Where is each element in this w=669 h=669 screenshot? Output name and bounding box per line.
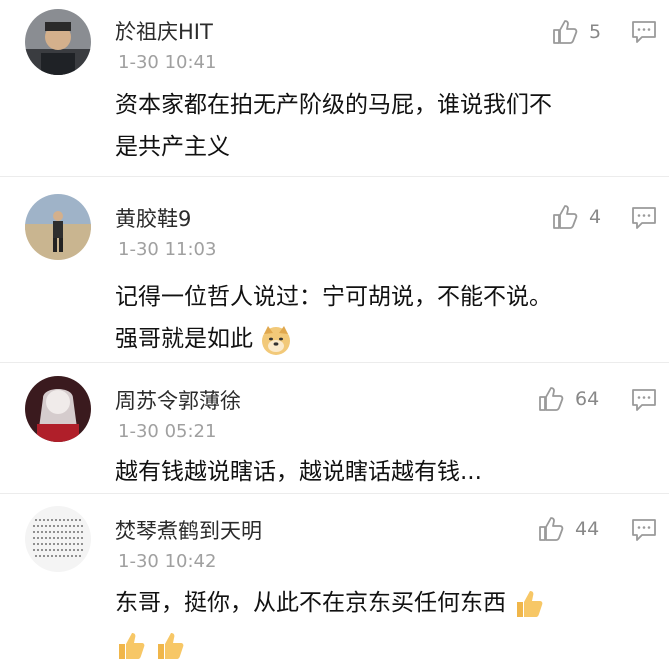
thumbs-up-outline-icon	[553, 20, 578, 44]
like-button[interactable]: 4	[551, 202, 601, 232]
comment-line: 强哥就是如此	[115, 318, 645, 360]
thumbs-up-emoji	[517, 590, 543, 617]
reply-button[interactable]	[630, 18, 658, 46]
reply-button[interactable]	[630, 386, 658, 414]
comment-line: 资本家都在拍无产阶级的马屁，谁说我们不	[115, 92, 552, 118]
like-button[interactable]: 64	[537, 384, 599, 414]
comment-text: 越有钱越说瞎话，越说瞎话越有钱...	[115, 451, 645, 493]
comment-line	[115, 624, 645, 666]
avatar[interactable]	[25, 194, 91, 260]
doge-emoji	[262, 325, 291, 355]
comment-item: 於祖庆HIT 1-30 10:41 5 资本家都在拍无产阶级的马屁，谁说我们不 …	[0, 0, 669, 177]
like-button[interactable]: 5	[551, 17, 601, 47]
commenter-name[interactable]: 周苏令郭薄徐	[115, 385, 241, 415]
comment-line: 是共产主义	[115, 134, 230, 160]
like-button[interactable]: 44	[537, 514, 599, 544]
like-count: 44	[575, 518, 600, 540]
comment-line: 记得一位哲人说过：宁可胡说，不能不说。	[115, 284, 552, 310]
comment-reply-icon	[632, 21, 656, 43]
commenter-name[interactable]: 於祖庆HIT	[115, 16, 213, 46]
comment-time: 1-30 05:21	[118, 421, 217, 442]
avatar[interactable]	[25, 506, 91, 572]
reply-button[interactable]	[630, 204, 658, 232]
comment-text: 东哥，挺你，从此不在京东买任何东西	[115, 582, 645, 666]
thumbs-up-outline-icon	[539, 517, 564, 541]
comment-item: 黄胶鞋9 1-30 11:03 4 记得一位哲人说过：宁可胡说，不能不说。 强哥…	[0, 177, 669, 363]
comment-line-text: 东哥，挺你，从此不在京东买任何东西	[115, 590, 506, 616]
comment-reply-icon	[632, 389, 656, 411]
thumbs-up-outline-icon	[539, 387, 564, 411]
comment-item: 焚琴煮鹤到天明 1-30 10:42 44 东哥，挺你，从此不在京东买任何东西	[0, 494, 669, 669]
avatar[interactable]	[25, 376, 91, 442]
like-count: 64	[575, 388, 600, 410]
comment-text: 记得一位哲人说过：宁可胡说，不能不说。 强哥就是如此	[115, 276, 645, 360]
avatar[interactable]	[25, 9, 91, 75]
like-count: 5	[589, 21, 602, 43]
comment-reply-icon	[632, 207, 656, 229]
thumbs-up-outline-icon	[553, 205, 578, 229]
comment-line: 东哥，挺你，从此不在京东买任何东西	[115, 582, 645, 624]
thumbs-up-emoji	[119, 632, 145, 659]
thumbs-up-emoji	[158, 632, 184, 659]
commenter-name[interactable]: 焚琴煮鹤到天明	[115, 515, 262, 545]
comment-time: 1-30 10:41	[118, 52, 217, 73]
like-count: 4	[589, 206, 602, 228]
comment-line: 越有钱越说瞎话，越说瞎话越有钱...	[115, 459, 482, 485]
comment-time: 1-30 11:03	[118, 239, 217, 260]
reply-button[interactable]	[630, 516, 658, 544]
comment-line-text: 强哥就是如此	[115, 326, 253, 352]
commenter-name[interactable]: 黄胶鞋9	[115, 203, 191, 233]
comment-time: 1-30 10:42	[118, 551, 217, 572]
comment-item: 周苏令郭薄徐 1-30 05:21 64 越有钱越说瞎话，越说瞎话越有钱...	[0, 363, 669, 494]
comment-text: 资本家都在拍无产阶级的马屁，谁说我们不 是共产主义	[115, 84, 645, 168]
comment-reply-icon	[632, 519, 656, 541]
